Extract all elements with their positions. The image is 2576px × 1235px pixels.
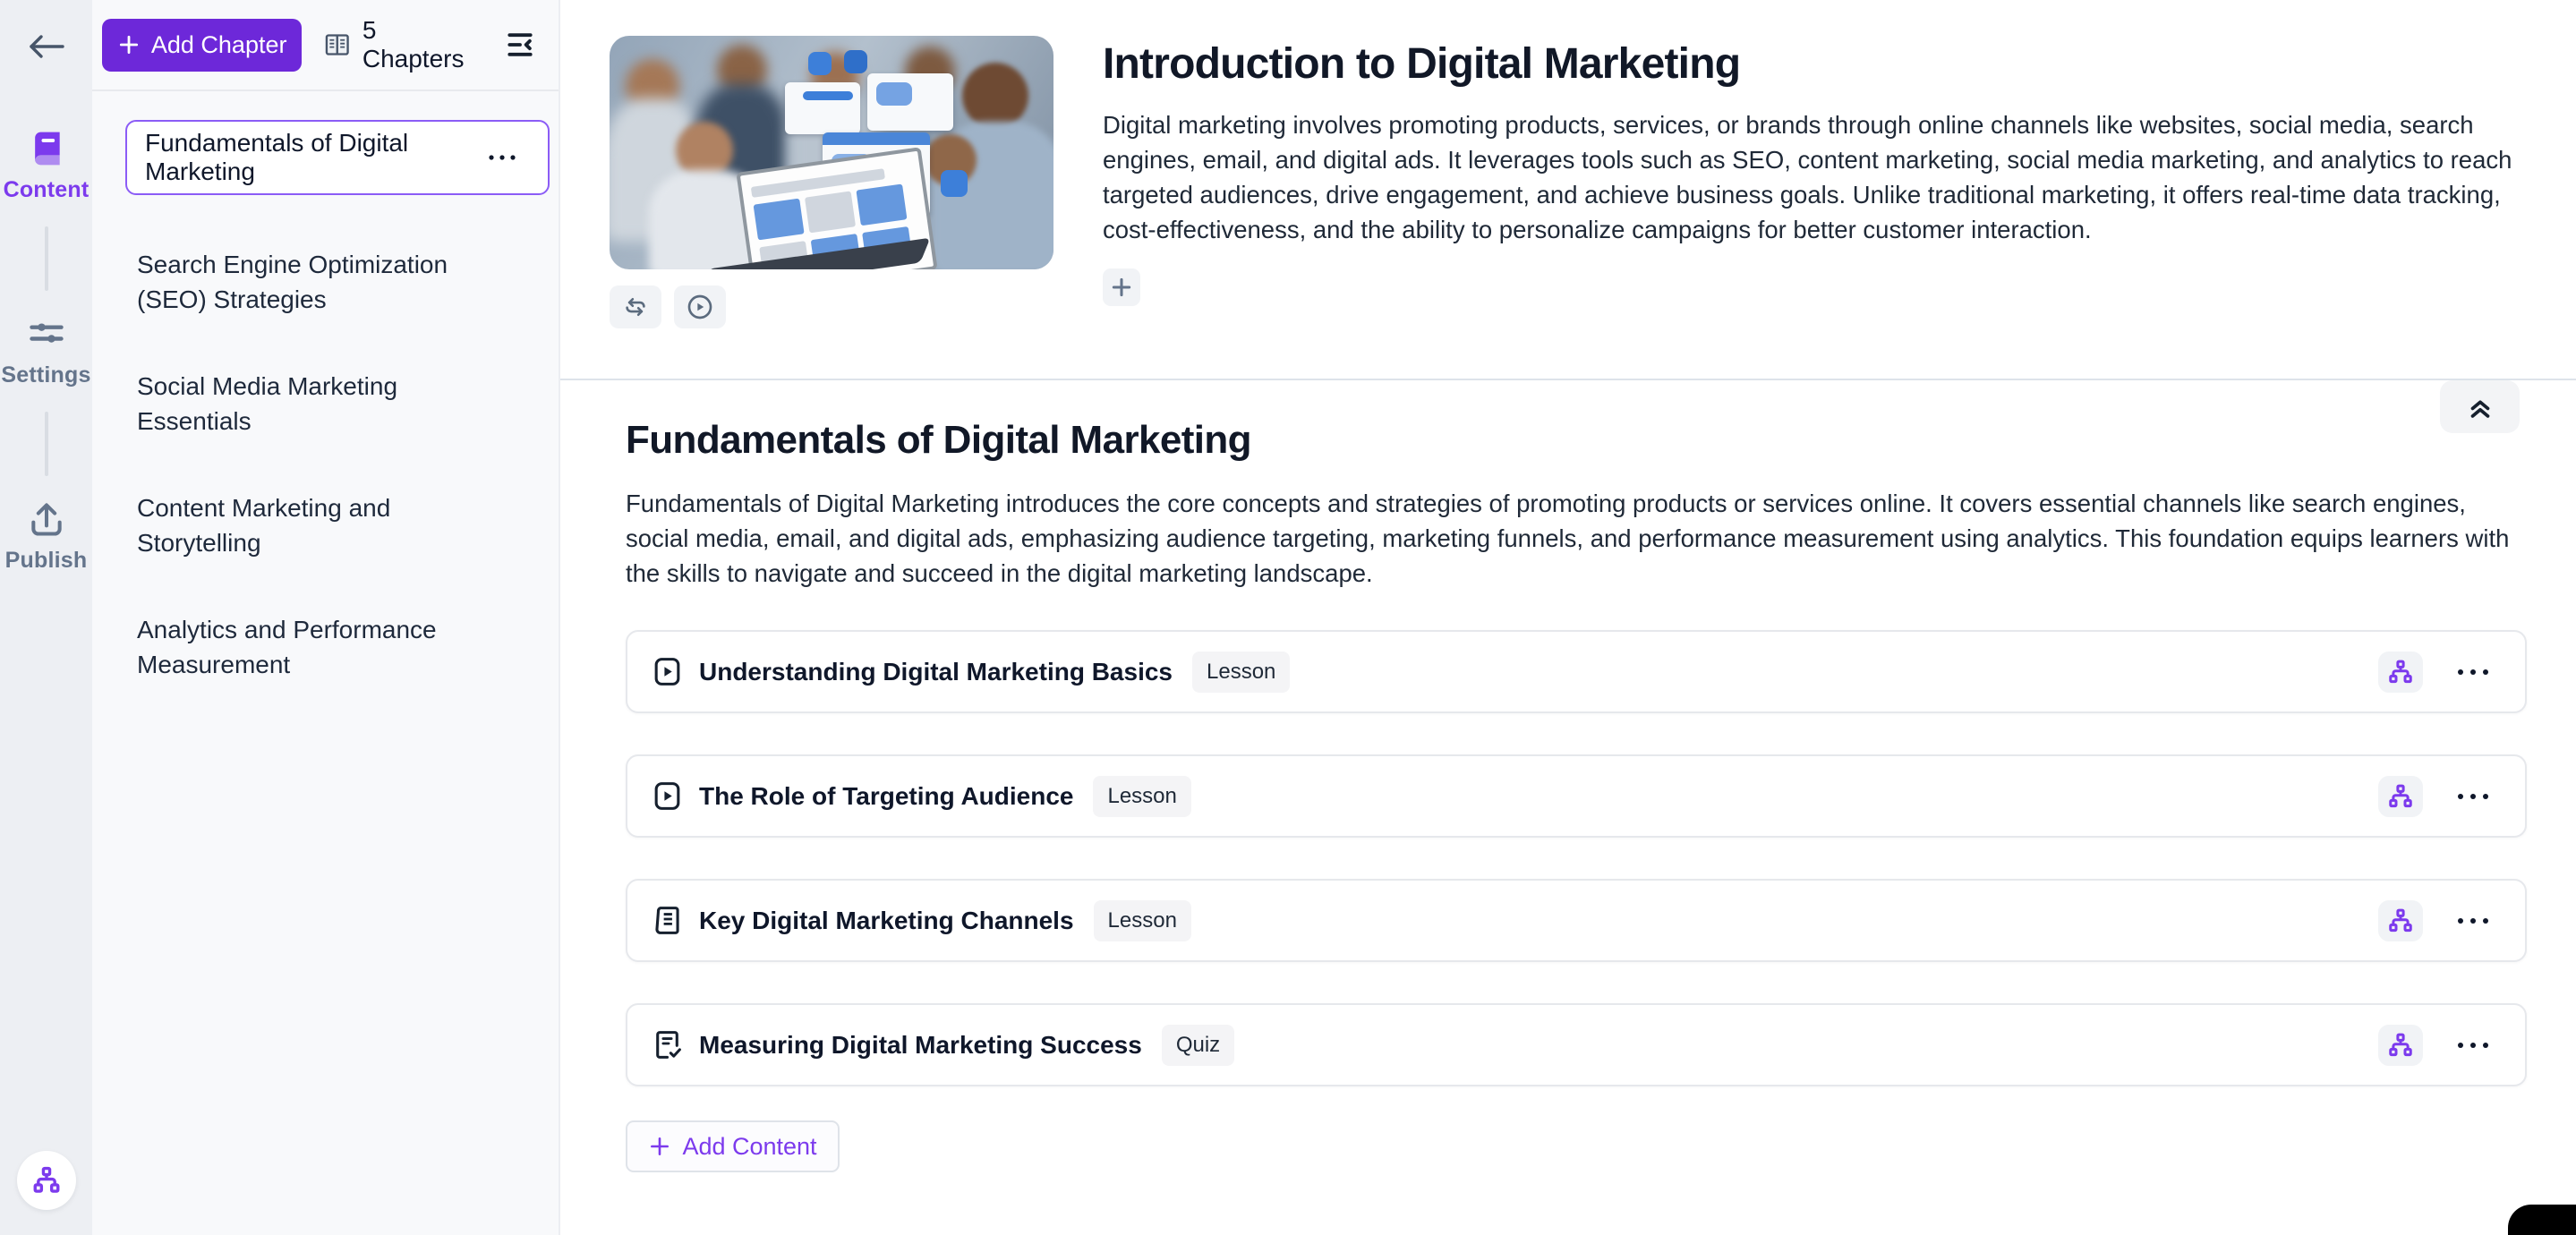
- notebook-icon: [647, 904, 687, 937]
- sitemap-button[interactable]: [2378, 776, 2423, 817]
- sidebar-item-publish[interactable]: Publish: [0, 499, 92, 574]
- thumbnail-actions: [610, 285, 1053, 328]
- chapter-section-description: Fundamentals of Digital Marketing introd…: [626, 486, 2523, 591]
- content-item-row[interactable]: Key Digital Marketing Channels Lesson: [626, 879, 2527, 962]
- upload-icon: [27, 499, 66, 539]
- section-divider-wrap: [560, 379, 2576, 380]
- item-menu-button[interactable]: [2448, 1033, 2498, 1058]
- content-item-badge: Lesson: [1192, 652, 1290, 693]
- chapter-count-label: 5 Chapters: [363, 16, 476, 73]
- ellipsis-icon: [2455, 916, 2491, 926]
- play-circle-icon: [686, 293, 714, 321]
- content-item-badge: Quiz: [1162, 1025, 1234, 1066]
- collapse-panel-icon: [502, 27, 538, 63]
- chapter-count: 5 Chapters: [323, 16, 475, 73]
- course-thumbnail[interactable]: [610, 36, 1053, 269]
- rail-footer: [0, 1151, 92, 1210]
- video-lesson-icon: [647, 779, 687, 813]
- main-content: Introduction to Digital Marketing Digita…: [560, 0, 2576, 1235]
- regenerate-thumbnail-button[interactable]: [610, 285, 661, 328]
- chapter-item[interactable]: Analytics and Performance Measurement: [125, 612, 513, 682]
- chapter-section: Fundamentals of Digital Marketing Fundam…: [560, 380, 2576, 1172]
- ellipsis-icon: [2455, 667, 2491, 677]
- chapter-item[interactable]: Content Marketing and Storytelling: [125, 490, 513, 560]
- content-item-title: The Role of Targeting Audience: [699, 782, 1073, 811]
- sitemap-icon: [2387, 783, 2414, 810]
- chapter-item[interactable]: Search Engine Optimization (SEO) Strateg…: [125, 247, 513, 317]
- content-item-row[interactable]: Understanding Digital Marketing Basics L…: [626, 630, 2527, 713]
- sidebar-item-content-label: Content: [4, 177, 90, 203]
- item-menu-button[interactable]: [2448, 908, 2498, 933]
- content-item-title: Key Digital Marketing Channels: [699, 907, 1074, 935]
- regenerate-icon: [622, 294, 649, 320]
- course-text-column: Introduction to Digital Marketing Digita…: [1103, 36, 2527, 379]
- chapter-list: Fundamentals of Digital Marketing Search…: [92, 91, 559, 682]
- content-item-title: Measuring Digital Marketing Success: [699, 1031, 1142, 1060]
- back-button[interactable]: [21, 27, 72, 66]
- collapse-section-button[interactable]: [2440, 380, 2520, 433]
- chapter-section-title: Fundamentals of Digital Marketing: [626, 418, 2527, 463]
- content-item-badge: Lesson: [1094, 900, 1191, 941]
- arrow-left-icon: [27, 33, 66, 60]
- rail-divider: [45, 412, 48, 476]
- chevrons-up-icon: [2465, 392, 2495, 422]
- chapter-menu-button[interactable]: [480, 146, 525, 169]
- video-lesson-icon: [647, 655, 687, 688]
- add-chapter-label: Add Chapter: [151, 31, 287, 59]
- collapse-panel-button[interactable]: [498, 21, 542, 69]
- sidebar-item-settings-label: Settings: [1, 362, 90, 388]
- sitemap-floating-button[interactable]: [17, 1151, 76, 1210]
- ellipsis-icon: [2455, 1040, 2491, 1051]
- ellipsis-icon: [2455, 791, 2491, 802]
- item-menu-button[interactable]: [2448, 784, 2498, 809]
- section-divider: [560, 379, 2576, 380]
- content-list: Understanding Digital Marketing Basics L…: [626, 630, 2527, 1086]
- sidebar-item-content[interactable]: Content: [0, 129, 92, 203]
- chapter-item[interactable]: Social Media Marketing Essentials: [125, 369, 513, 439]
- plus-icon: [1110, 276, 1133, 299]
- rail-divider: [45, 226, 48, 291]
- preview-video-button[interactable]: [674, 285, 726, 328]
- sitemap-icon: [2387, 1032, 2414, 1059]
- add-content-label: Add Content: [682, 1133, 816, 1161]
- course-description: Digital marketing involves promoting pro…: [1103, 107, 2527, 247]
- add-content-button[interactable]: Add Content: [626, 1120, 840, 1172]
- chapter-item-active[interactable]: Fundamentals of Digital Marketing: [125, 120, 550, 195]
- content-item-title: Understanding Digital Marketing Basics: [699, 658, 1173, 686]
- content-item-row[interactable]: The Role of Targeting Audience Lesson: [626, 754, 2527, 838]
- content-item-row[interactable]: Measuring Digital Marketing Success Quiz: [626, 1003, 2527, 1086]
- item-menu-button[interactable]: [2448, 660, 2498, 685]
- sitemap-icon: [2387, 659, 2414, 686]
- course-header: Introduction to Digital Marketing Digita…: [560, 0, 2576, 379]
- content-item-badge: Lesson: [1093, 776, 1190, 817]
- chapter-item-title: Fundamentals of Digital Marketing: [145, 129, 480, 186]
- rail-nav: Content Settings Publish: [0, 129, 92, 574]
- sitemap-button[interactable]: [2378, 900, 2423, 941]
- sitemap-button[interactable]: [2378, 652, 2423, 693]
- sitemap-button[interactable]: [2378, 1025, 2423, 1066]
- add-chapter-button[interactable]: Add Chapter: [102, 19, 302, 72]
- add-block-button[interactable]: [1103, 268, 1140, 306]
- ellipsis-icon: [487, 153, 517, 162]
- sliders-icon: [27, 314, 66, 353]
- quiz-icon: [647, 1028, 687, 1061]
- app-window: Content Settings Publish: [0, 0, 2576, 1235]
- sidebar-item-settings[interactable]: Settings: [0, 314, 92, 388]
- open-book-icon: [323, 30, 352, 60]
- course-title: Introduction to Digital Marketing: [1103, 41, 2527, 88]
- plus-icon: [648, 1135, 671, 1158]
- chapters-panel: Add Chapter 5 Chapters Fundamentals of D…: [92, 0, 560, 1235]
- sitemap-icon: [31, 1165, 62, 1196]
- sitemap-icon: [2387, 907, 2414, 934]
- sidebar-item-publish-label: Publish: [5, 548, 88, 574]
- chapters-panel-header: Add Chapter 5 Chapters: [92, 0, 559, 91]
- floating-widget[interactable]: [2508, 1205, 2576, 1235]
- left-rail: Content Settings Publish: [0, 0, 92, 1235]
- thumbnail-column: [610, 36, 1053, 379]
- plus-icon: [117, 33, 141, 56]
- book-icon: [27, 129, 66, 168]
